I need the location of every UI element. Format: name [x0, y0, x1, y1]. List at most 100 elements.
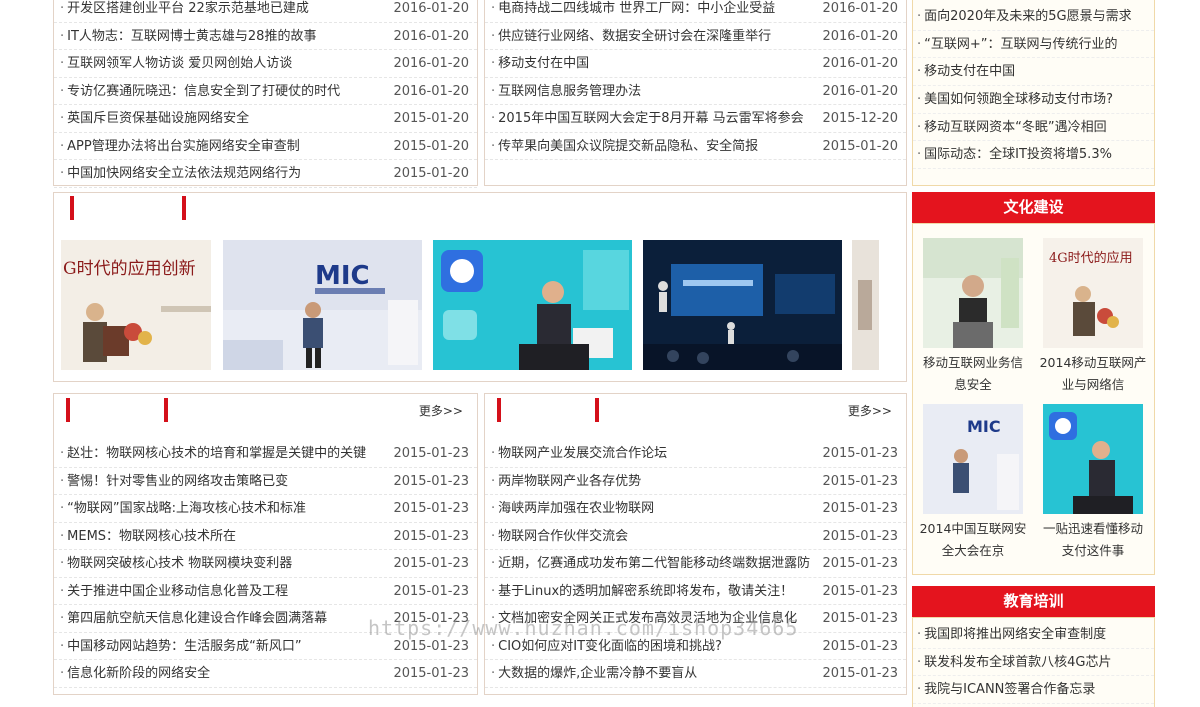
news-title-link[interactable]: 物联网突破核心技术 物联网模块变利器 — [60, 550, 381, 577]
gallery-photo-2[interactable]: MIC — [223, 240, 422, 370]
side-news-link[interactable]: 我院与ICANN签署合作备忘录 — [913, 676, 1154, 705]
news-title-link[interactable]: APP管理办法将出台实施网络安全审查制 — [60, 133, 381, 160]
news-title-link[interactable]: 电商持战二四线城市 世界工厂网：中小企业受益 — [491, 0, 810, 22]
news-item[interactable]: 2015年中国互联网大会定于8月开幕 马云雷军将参会 2015-12-20 — [485, 105, 906, 133]
culture-caption-4[interactable]: 一贴迅速看懂移动支付这件事 — [1037, 518, 1149, 562]
news-title-link[interactable]: 基于Linux的透明加解密系统即将发布，敬请关注！ — [491, 578, 810, 605]
news-item[interactable]: 信息化新阶段的网络安全 2015-01-23 — [54, 660, 477, 688]
gallery-photo-3[interactable] — [433, 240, 632, 370]
news-item[interactable]: 赵壮：物联网核心技术的培育和掌握是关键中的关键 2015-01-23 — [54, 440, 477, 468]
news-title-link[interactable]: 供应链行业网络、数据安全研讨会在深隆重举行 — [491, 23, 810, 50]
top-left-news-list: 开发区搭建创业平台 22家示范基地已建成 2016-01-20 IT人物志：互联网博… — [54, 0, 477, 188]
news-item[interactable]: 海峡两岸加强在农业物联网 2015-01-23 — [485, 495, 906, 523]
news-title-link[interactable]: 互联网领军人物访谈 爱贝网创始人访谈 — [60, 50, 381, 77]
news-title-link[interactable]: MEMS：物联网核心技术所在 — [60, 523, 381, 550]
speaker-photo-icon — [923, 238, 1023, 348]
news-item[interactable]: 物联网产业发展交流合作论坛 2015-01-23 — [485, 440, 906, 468]
news-date: 2015-01-23 — [393, 501, 469, 516]
news-title-link[interactable]: IT人物志：互联网博士黄志雄与28推的故事 — [60, 23, 381, 50]
news-item[interactable]: 中国加快网络安全立法依法规范网络行为 2015-01-20 — [54, 160, 477, 188]
culture-photo-2[interactable]: 4G时代的应用 — [1043, 238, 1143, 348]
news-title-link[interactable]: 专访亿赛通阮晓迅：信息安全到了打硬仗的时代 — [60, 78, 381, 105]
news-title-link[interactable]: 赵壮：物联网核心技术的培育和掌握是关键中的关键 — [60, 440, 381, 467]
news-item[interactable]: 互联网信息服务管理办法 2016-01-20 — [485, 78, 906, 105]
news-title-link[interactable]: 互联网信息服务管理办法 — [491, 78, 810, 105]
news-item[interactable]: 开发区搭建创业平台 22家示范基地已建成 2016-01-20 — [54, 0, 477, 23]
news-item[interactable]: 传苹果向美国众议院提交新品隐私、安全简报 2015-01-20 — [485, 133, 906, 160]
news-title-link[interactable]: 信息化新阶段的网络安全 — [60, 660, 381, 687]
side-top-list: 面向2020年及未来的5G愿景与需求“互联网+”：互联网与传统行业的移动支付在中… — [913, 3, 1154, 170]
side-news-link[interactable]: 面向2020年及未来的5G愿景与需求 — [913, 3, 1154, 31]
stage-event-photo-icon — [643, 240, 842, 370]
news-title-link[interactable]: 中国移动网站趋势：生活服务成“新风口” — [60, 633, 381, 660]
news-title-link[interactable]: 海峡两岸加强在农业物联网 — [491, 495, 810, 522]
news-item[interactable]: 关于推进中国企业移动信息化普及工程 2015-01-23 — [54, 578, 477, 605]
svg-text:G时代的应用创新: G时代的应用创新 — [63, 259, 196, 279]
news-title-link[interactable]: 物联网合作伙伴交流会 — [491, 523, 810, 550]
news-item[interactable]: 互联网领军人物访谈 爱贝网创始人访谈 2016-01-20 — [54, 50, 477, 78]
news-item[interactable]: 物联网突破核心技术 物联网模块变利器 2015-01-23 — [54, 550, 477, 578]
side-news-link[interactable]: 移动互联网资本“冬眠”遇冷相回 — [913, 114, 1154, 142]
news-item[interactable]: 移动支付在中国 2016-01-20 — [485, 50, 906, 78]
news-title-link[interactable]: 移动支付在中国 — [491, 50, 810, 77]
news-title-link[interactable]: 两岸物联网产业各存优势 — [491, 468, 810, 495]
news-item[interactable]: 专访亿赛通阮晓迅：信息安全到了打硬仗的时代 2016-01-20 — [54, 78, 477, 105]
gallery-photo-5[interactable] — [852, 240, 879, 370]
news-item[interactable]: 物联网合作伙伴交流会 2015-01-23 — [485, 523, 906, 550]
news-item[interactable]: 大数据的爆炸,企业需冷静不要盲从 2015-01-23 — [485, 660, 906, 688]
news-title-link[interactable]: 警惕！针对零售业的网络攻击策略已变 — [60, 468, 381, 495]
news-item[interactable]: 两岸物联网产业各存优势 2015-01-23 — [485, 468, 906, 495]
news-title-link[interactable]: 中国加快网络安全立法依法规范网络行为 — [60, 160, 381, 187]
news-title-link[interactable]: 2015年中国互联网大会定于8月开幕 马云雷军将参会 — [491, 105, 810, 132]
news-title-link[interactable]: 关于推进中国企业移动信息化普及工程 — [60, 578, 381, 605]
culture-photo-4[interactable] — [1043, 404, 1143, 514]
news-date: 2015-01-23 — [822, 528, 898, 544]
news-date: 2016-01-20 — [822, 56, 898, 71]
gallery-photo-4[interactable] — [643, 240, 842, 370]
section-marker-right — [182, 196, 186, 220]
side-news-link[interactable]: “互联网+”：互联网与传统行业的 — [913, 31, 1154, 59]
news-item[interactable]: 警惕！针对零售业的网络攻击策略已变 2015-01-23 — [54, 468, 477, 495]
culture-caption-3[interactable]: 2014中国互联网安全大会在京 — [917, 518, 1029, 562]
news-title-link[interactable]: 物联网产业发展交流合作论坛 — [491, 440, 810, 467]
news-title-link[interactable]: 大数据的爆炸,企业需冷静不要盲从 — [491, 660, 810, 687]
news-date: 2016-01-20 — [393, 1, 469, 16]
side-news-link[interactable]: 我国即将推出网络安全审查制度 — [913, 621, 1154, 649]
news-title-link[interactable]: 近期，亿赛通成功发布第二代智能移动终端数据泄露防 — [491, 550, 810, 577]
more-link[interactable]: 更多>> — [848, 402, 892, 419]
culture-heading[interactable]: 文化建设 — [912, 192, 1155, 223]
news-date: 2015-01-20 — [393, 166, 469, 181]
news-item[interactable]: APP管理办法将出台实施网络安全审查制 2015-01-20 — [54, 133, 477, 160]
culture-caption-1[interactable]: 移动互联网业务信息安全 — [917, 352, 1029, 396]
education-heading[interactable]: 教育培训 — [912, 586, 1155, 617]
side-news-link[interactable]: 移动支付在中国 — [913, 58, 1154, 87]
news-date: 2015-01-23 — [822, 611, 898, 626]
culture-caption-2[interactable]: 2014移动互联网产业与网络信 — [1037, 352, 1149, 396]
bottom-left-news-box: 更多>> 赵壮：物联网核心技术的培育和掌握是关键中的关键2015-01-23警惕… — [53, 393, 478, 695]
news-item[interactable]: 英国斥巨资保基础设施网络安全 2015-01-20 — [54, 105, 477, 133]
more-link[interactable]: 更多>> — [419, 402, 463, 419]
news-item[interactable]: 近期，亿赛通成功发布第二代智能移动终端数据泄露防 2015-01-23 — [485, 550, 906, 578]
news-date: 2015-01-23 — [393, 473, 469, 489]
news-item[interactable]: IT人物志：互联网博士黄志雄与28推的故事 2016-01-20 — [54, 23, 477, 50]
culture-photo-3[interactable]: MIC — [923, 404, 1023, 514]
news-item[interactable]: 供应链行业网络、数据安全研讨会在深隆重举行 2016-01-20 — [485, 23, 906, 50]
news-date: 2015-01-20 — [393, 138, 469, 154]
side-news-link[interactable]: 联发科发布全球首款八核4G芯片 — [913, 649, 1154, 677]
news-item[interactable]: “物联网”国家战略:上海攻核心技术和标准 2015-01-23 — [54, 495, 477, 523]
photo-gallery-box: G时代的应用创新 MIC — [53, 192, 907, 382]
news-date: 2015-01-23 — [822, 638, 898, 654]
news-item[interactable]: 基于Linux的透明加解密系统即将发布，敬请关注！ 2015-01-23 — [485, 578, 906, 605]
news-title-link[interactable]: 第四届航空航天信息化建设合作峰会圆满落幕 — [60, 605, 381, 632]
news-title-link[interactable]: 开发区搭建创业平台 22家示范基地已建成 — [60, 0, 381, 22]
side-news-link[interactable]: 国际动态：全球IT投资将增5.3% — [913, 141, 1154, 170]
gallery-photo-1[interactable]: G时代的应用创新 — [61, 240, 211, 370]
culture-photo-1[interactable] — [923, 238, 1023, 348]
news-title-link[interactable]: “物联网”国家战略:上海攻核心技术和标准 — [60, 495, 381, 522]
side-news-link[interactable]: 美国如何领跑全球移动支付市场? — [913, 86, 1154, 114]
news-item[interactable]: 电商持战二四线城市 世界工厂网：中小企业受益 2016-01-20 — [485, 0, 906, 23]
news-title-link[interactable]: 传苹果向美国众议院提交新品隐私、安全简报 — [491, 133, 810, 160]
news-item[interactable]: MEMS：物联网核心技术所在 2015-01-23 — [54, 523, 477, 550]
watermark-text: https://www.huzhan.com/ishop34665 — [368, 616, 799, 640]
news-title-link[interactable]: 英国斥巨资保基础设施网络安全 — [60, 105, 381, 132]
